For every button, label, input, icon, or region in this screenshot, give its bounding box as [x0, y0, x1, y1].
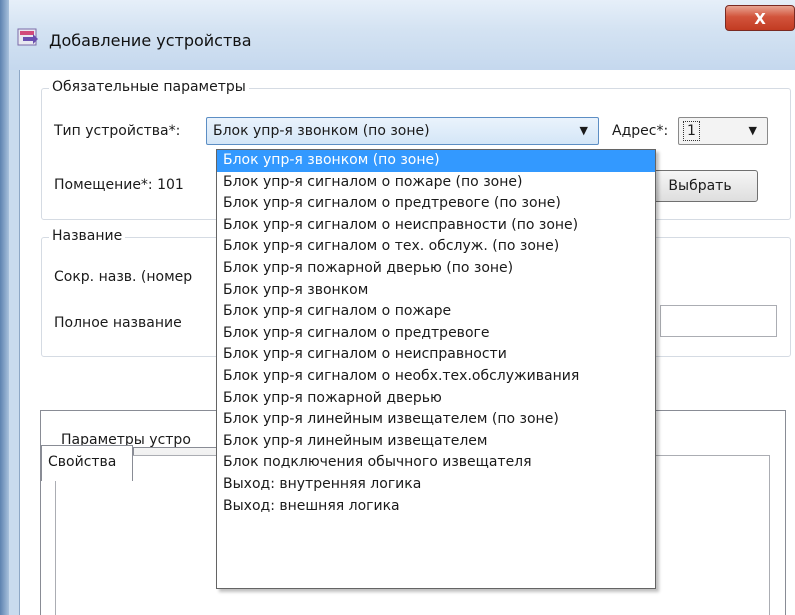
- dropdown-option[interactable]: Блок упр-я пожарной дверью (по зоне): [217, 258, 655, 280]
- dropdown-option[interactable]: Блок подключения обычного извещателя: [217, 452, 655, 474]
- chevron-down-icon: ▼: [748, 124, 757, 137]
- name-legend: Название: [49, 228, 126, 244]
- dropdown-option[interactable]: Блок упр-я пожарной дверью: [217, 388, 655, 410]
- room-label: Помещение*: 101: [54, 177, 184, 193]
- close-button[interactable]: X: [725, 5, 795, 31]
- dropdown-option[interactable]: Блок упр-я сигналом о пожаре (по зоне): [217, 172, 655, 194]
- dropdown-option[interactable]: Блок упр-я звонком (по зоне): [217, 150, 655, 172]
- device-type-dropdown-list[interactable]: Блок упр-я звонком (по зоне) Блок упр-я с…: [216, 149, 656, 589]
- full-name-input[interactable]: [660, 305, 777, 337]
- dropdown-option[interactable]: Блок упр-я сигналом о предтревоге (по зо…: [217, 193, 655, 215]
- choose-room-button[interactable]: Выбрать: [642, 170, 758, 202]
- app-icon: [17, 28, 38, 46]
- tab-properties[interactable]: Свойства: [41, 445, 133, 481]
- address-label: Адрес*:: [612, 123, 669, 139]
- window-title: Добавление устройства: [49, 31, 252, 50]
- dropdown-option[interactable]: Блок упр-я линейным извещателем: [217, 431, 655, 453]
- dropdown-option[interactable]: Блок упр-я сигналом о неисправности: [217, 344, 655, 366]
- required-params-legend: Обязательные параметры: [49, 79, 249, 95]
- dropdown-option[interactable]: Блок упр-я сигналом о пожаре: [217, 301, 655, 323]
- dropdown-option[interactable]: Блок упр-я сигналом о неисправности (по …: [217, 215, 655, 237]
- dropdown-option[interactable]: Блок упр-я сигналом о тех. обслуж. (по з…: [217, 236, 655, 258]
- device-type-combo[interactable]: Блок упр-я звонком (по зоне) ▼: [206, 117, 599, 145]
- title-bar[interactable]: Добавление устройства X: [9, 0, 795, 70]
- dropdown-option[interactable]: Выход: внутренняя логика: [217, 474, 655, 496]
- address-value: 1: [683, 121, 700, 141]
- dropdown-option[interactable]: Блок упр-я сигналом о предтревоге: [217, 323, 655, 345]
- dropdown-option[interactable]: Блок упр-я звонком: [217, 280, 655, 302]
- desktop-edge: [0, 0, 9, 615]
- device-type-value: Блок упр-я звонком (по зоне): [213, 123, 430, 139]
- chevron-down-icon: ▼: [579, 124, 588, 137]
- dropdown-option[interactable]: Блок упр-я сигналом о необх.тех.обслужив…: [217, 366, 655, 388]
- dropdown-option[interactable]: Выход: внешняя логика: [217, 496, 655, 518]
- address-combo[interactable]: 1 ▼: [678, 117, 768, 145]
- dropdown-option[interactable]: Блок упр-я линейным извещателем (по зоне…: [217, 409, 655, 431]
- device-type-label: Тип устройства*:: [54, 123, 181, 139]
- short-name-label: Сокр. назв. (номер: [54, 269, 193, 285]
- full-name-label: Полное название: [54, 315, 182, 331]
